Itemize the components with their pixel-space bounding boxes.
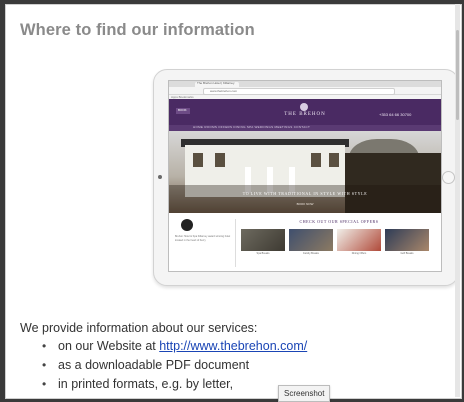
section-divider	[235, 219, 236, 267]
bullet-text: on our Website at	[58, 339, 160, 353]
tablet-screen: The Brehon Hotel | Killarney www.thebreh…	[168, 80, 442, 272]
award-text: Brehon Hotel & Spa Killarney award winni…	[175, 235, 231, 242]
site-hero-image: TO LIVE WITH TRADITIONAL IN STYLE WITH S…	[169, 131, 441, 213]
slide-canvas: Where to find our information The Brehon…	[5, 4, 462, 399]
browser-toolbar: www.thebrehon.com	[169, 87, 441, 95]
tablet-camera	[158, 175, 162, 179]
bullet-icon: •	[42, 358, 47, 372]
hero-overlay	[169, 185, 441, 213]
hero-window	[311, 153, 321, 167]
offer-label: Spa Breaks	[256, 252, 270, 255]
browser-address-bar: www.thebrehon.com	[203, 88, 395, 95]
slide-title: Where to find our information	[20, 21, 255, 39]
site-header: BOOK THE BREHON +353 64 66 30700 HOME RO…	[169, 99, 441, 131]
site-phone: +353 64 66 30700	[379, 112, 412, 117]
offers-title: CHECK OUT OUR SPECIAL OFFERS	[299, 219, 379, 224]
bullet-icon: •	[42, 377, 47, 391]
offer-thumbnail	[289, 229, 333, 251]
list-item: • as a downloadable PDF document	[42, 356, 307, 375]
hero-window	[193, 153, 203, 167]
intro-text: We provide information about our service…	[20, 321, 258, 335]
bullet-icon: •	[42, 339, 47, 353]
tablet-mockup-image: The Brehon Hotel | Killarney www.thebreh…	[153, 69, 459, 286]
website-link[interactable]: http://www.thebrehon.com/	[159, 339, 307, 353]
hero-caption: TO LIVE WITH TRADITIONAL IN STYLE WITH S…	[242, 191, 368, 196]
tablet-home-button	[442, 171, 455, 184]
offer-thumbnail	[241, 229, 285, 251]
hero-window	[329, 153, 339, 167]
offer-thumbnail	[337, 229, 381, 251]
hero-window	[215, 153, 225, 167]
offer-label: Golf Breaks	[400, 252, 414, 255]
offer-label: Dining Offers	[351, 252, 367, 255]
list-item: • on our Website at http://www.thebrehon…	[42, 337, 307, 356]
scrollbar-thumb[interactable]	[456, 30, 459, 120]
site-logo-icon	[300, 103, 308, 111]
site-nav-text: HOME ROOMS OFFERS DINING SPA WEDDINGS ME…	[193, 125, 311, 129]
award-logo-icon	[181, 219, 193, 231]
screenshot-tooltip: Screenshot	[278, 385, 331, 402]
offer-label: Family Breaks	[303, 252, 319, 255]
list-item: • in printed formats, e.g. by letter,	[42, 375, 307, 394]
browser-address-text: www.thebrehon.com	[210, 89, 238, 93]
hero-subcaption: BOOK NOW	[296, 202, 314, 206]
browser-tab-label: The Brehon Hotel | Killarney	[197, 81, 235, 85]
info-bullet-list: • on our Website at http://www.thebrehon…	[42, 337, 307, 394]
bullet-text: in printed formats, e.g. by letter,	[58, 377, 234, 391]
offer-thumbnail	[385, 229, 429, 251]
bullet-text: as a downloadable PDF document	[58, 358, 250, 372]
site-lower-section: Brehon Hotel & Spa Killarney award winni…	[169, 213, 441, 271]
